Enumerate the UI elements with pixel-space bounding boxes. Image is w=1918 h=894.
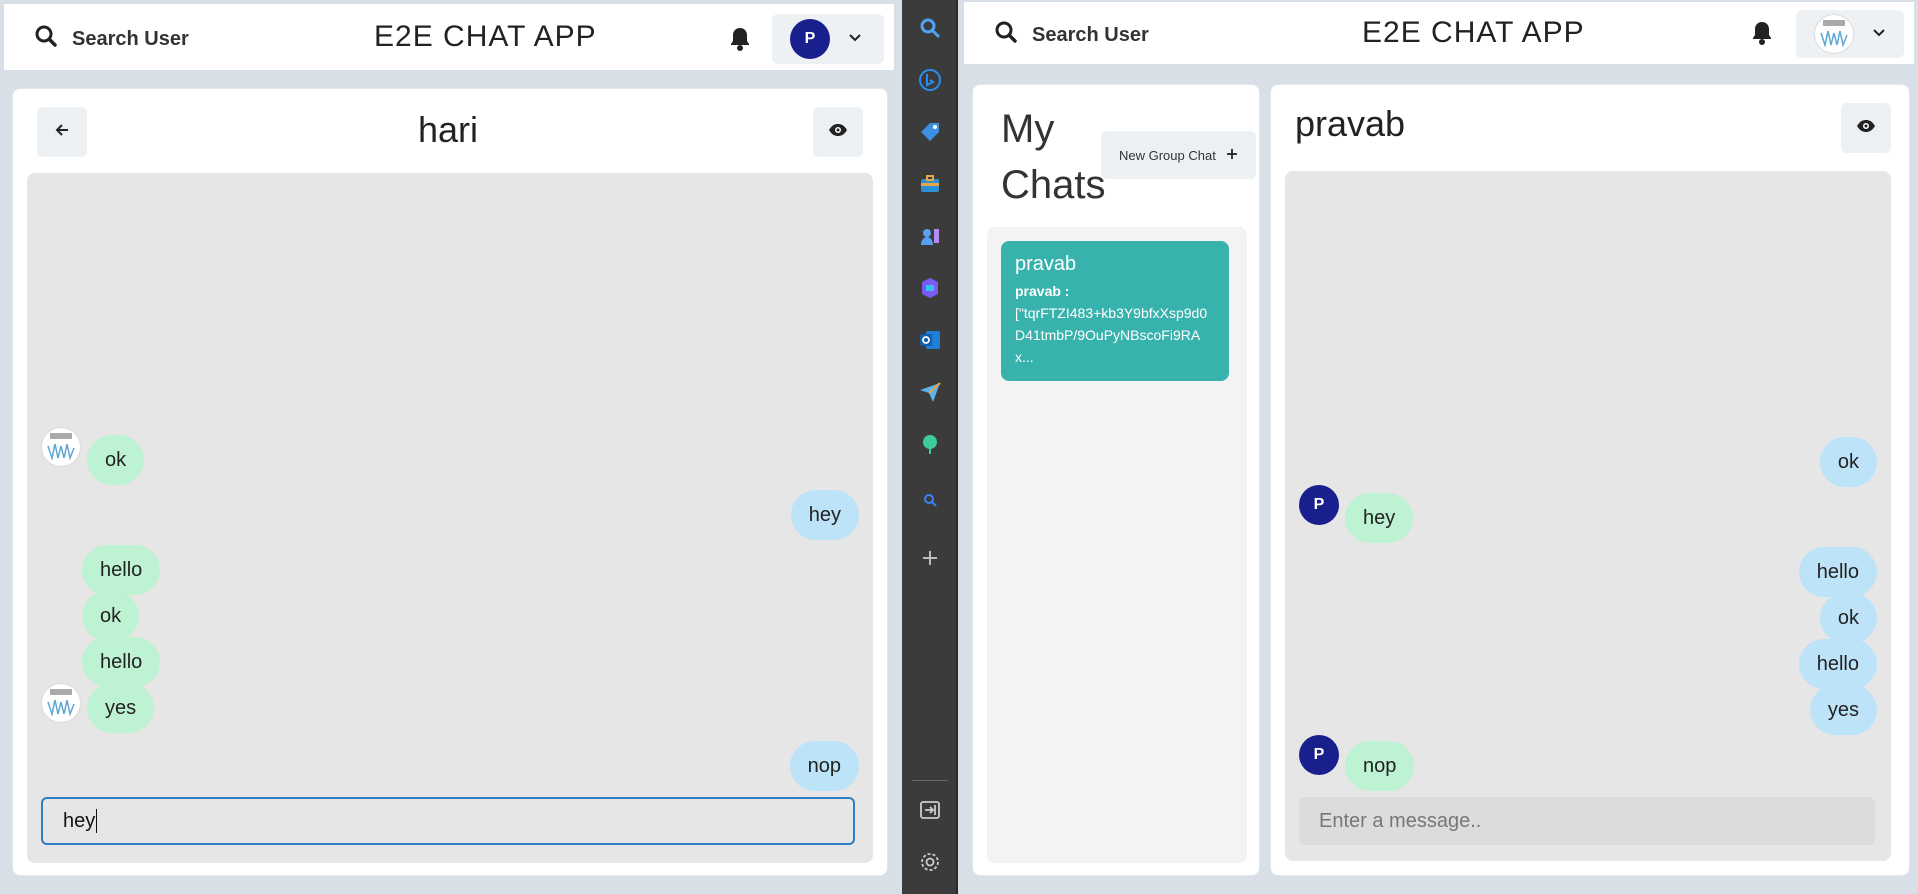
sender-avatar: [41, 683, 81, 723]
eye-icon: [1856, 119, 1876, 138]
tree-icon[interactable]: [916, 430, 944, 458]
message-bubble: hello: [82, 545, 161, 595]
chat-list-item[interactable]: pravab pravab : ["tqrFTZI483+kb3Y9bfxXsp…: [1001, 241, 1229, 381]
notification-bell-icon[interactable]: [1750, 20, 1774, 51]
new-group-chat-button[interactable]: New Group Chat: [1101, 131, 1256, 179]
message-bubble: nop: [789, 741, 859, 791]
copilot-icon[interactable]: [916, 274, 944, 302]
message-input-value: hey: [63, 809, 96, 832]
add-icon[interactable]: [916, 544, 944, 572]
top-header: Search User E2E CHAT APP P: [4, 4, 894, 70]
message-bubble: hello: [1798, 639, 1877, 689]
browser-sidebar: [902, 0, 958, 894]
message-bubble: ok: [82, 591, 140, 641]
app-title: E2E CHAT APP: [374, 20, 597, 53]
top-header: Search User E2E CHAT APP: [964, 2, 1914, 64]
message-bubble: hey: [790, 490, 859, 540]
plus-icon: [1226, 148, 1238, 163]
sender-avatar: P: [1299, 485, 1339, 525]
settings-icon[interactable]: [916, 848, 944, 876]
left-chat-window: Search User E2E CHAT APP P hari ok hey h…: [0, 0, 902, 894]
view-profile-button[interactable]: [813, 107, 863, 157]
briefcase-icon[interactable]: [916, 170, 944, 198]
chat-title: hari: [418, 109, 479, 150]
message-input-placeholder: Enter a message..: [1319, 809, 1482, 832]
tag-icon[interactable]: [916, 118, 944, 146]
search-user-label: Search User: [72, 27, 189, 50]
message-bubble: nop: [1345, 741, 1415, 791]
search-user-button[interactable]: Search User: [34, 24, 189, 54]
outlook-icon[interactable]: [916, 326, 944, 354]
view-profile-button[interactable]: [1841, 103, 1891, 153]
user-avatar: [1814, 14, 1854, 54]
new-group-chat-label: New Group Chat: [1119, 147, 1216, 163]
chat-list: pravab pravab : ["tqrFTZI483+kb3Y9bfxXsp…: [987, 227, 1247, 863]
sidebar-divider: [912, 780, 948, 781]
message-area: ok hey hello ok hello yes nop hey: [27, 173, 873, 863]
eye-icon: [828, 123, 848, 142]
bing-icon[interactable]: [916, 66, 944, 94]
my-chats-panel: My Chats New Group Chat pravab pravab : …: [972, 84, 1260, 876]
search-user-label: Search User: [1032, 23, 1149, 46]
chat-box: pravab ok P hey hello ok hello yes P nop…: [1270, 84, 1910, 876]
back-button[interactable]: [37, 107, 87, 157]
search-user-button[interactable]: Search User: [994, 20, 1149, 50]
right-chat-window: Search User E2E CHAT APP My Chats New Gr…: [958, 0, 1918, 894]
notification-bell-icon[interactable]: [728, 26, 752, 57]
my-chats-title: My Chats: [1001, 107, 1106, 207]
message-area: ok P hey hello ok hello yes P nop Enter …: [1285, 171, 1891, 861]
message-bubble: hello: [1798, 547, 1877, 597]
chat-item-name: pravab: [1015, 253, 1077, 275]
message-input[interactable]: hey: [41, 797, 855, 845]
sender-avatar: [41, 427, 81, 467]
message-input[interactable]: Enter a message..: [1299, 797, 1875, 845]
app-title: E2E CHAT APP: [1362, 16, 1585, 49]
chevron-down-icon: [848, 30, 862, 48]
profile-menu-button[interactable]: [1796, 10, 1904, 58]
games-icon[interactable]: [916, 222, 944, 250]
profile-menu-button[interactable]: P: [772, 14, 884, 64]
message-bubble: yes: [87, 683, 155, 733]
message-bubble: ok: [87, 435, 145, 485]
text-caret: [96, 809, 98, 833]
search-icon: [994, 20, 1018, 50]
arrow-left-icon: [54, 122, 70, 143]
message-bubble: ok: [1819, 437, 1877, 487]
message-bubble: hey: [1345, 493, 1414, 543]
search-icon[interactable]: [916, 14, 944, 42]
chevron-down-icon: [1872, 25, 1886, 43]
message-bubble: hello: [82, 637, 161, 687]
message-bubble: yes: [1809, 685, 1877, 735]
sender-avatar: P: [1299, 735, 1339, 775]
user-avatar: P: [790, 19, 830, 59]
search-icon: [34, 24, 58, 54]
search-small-icon[interactable]: [916, 486, 944, 514]
exit-icon[interactable]: [916, 796, 944, 824]
chat-title: pravab: [1295, 103, 1406, 144]
send-icon[interactable]: [916, 378, 944, 406]
chat-item-preview: pravab : ["tqrFTZI483+kb3Y9bfxXsp9d0D41t…: [1015, 283, 1208, 365]
chat-box: hari ok hey hello ok hello yes nop hey: [12, 88, 888, 876]
message-bubble: ok: [1819, 593, 1877, 643]
